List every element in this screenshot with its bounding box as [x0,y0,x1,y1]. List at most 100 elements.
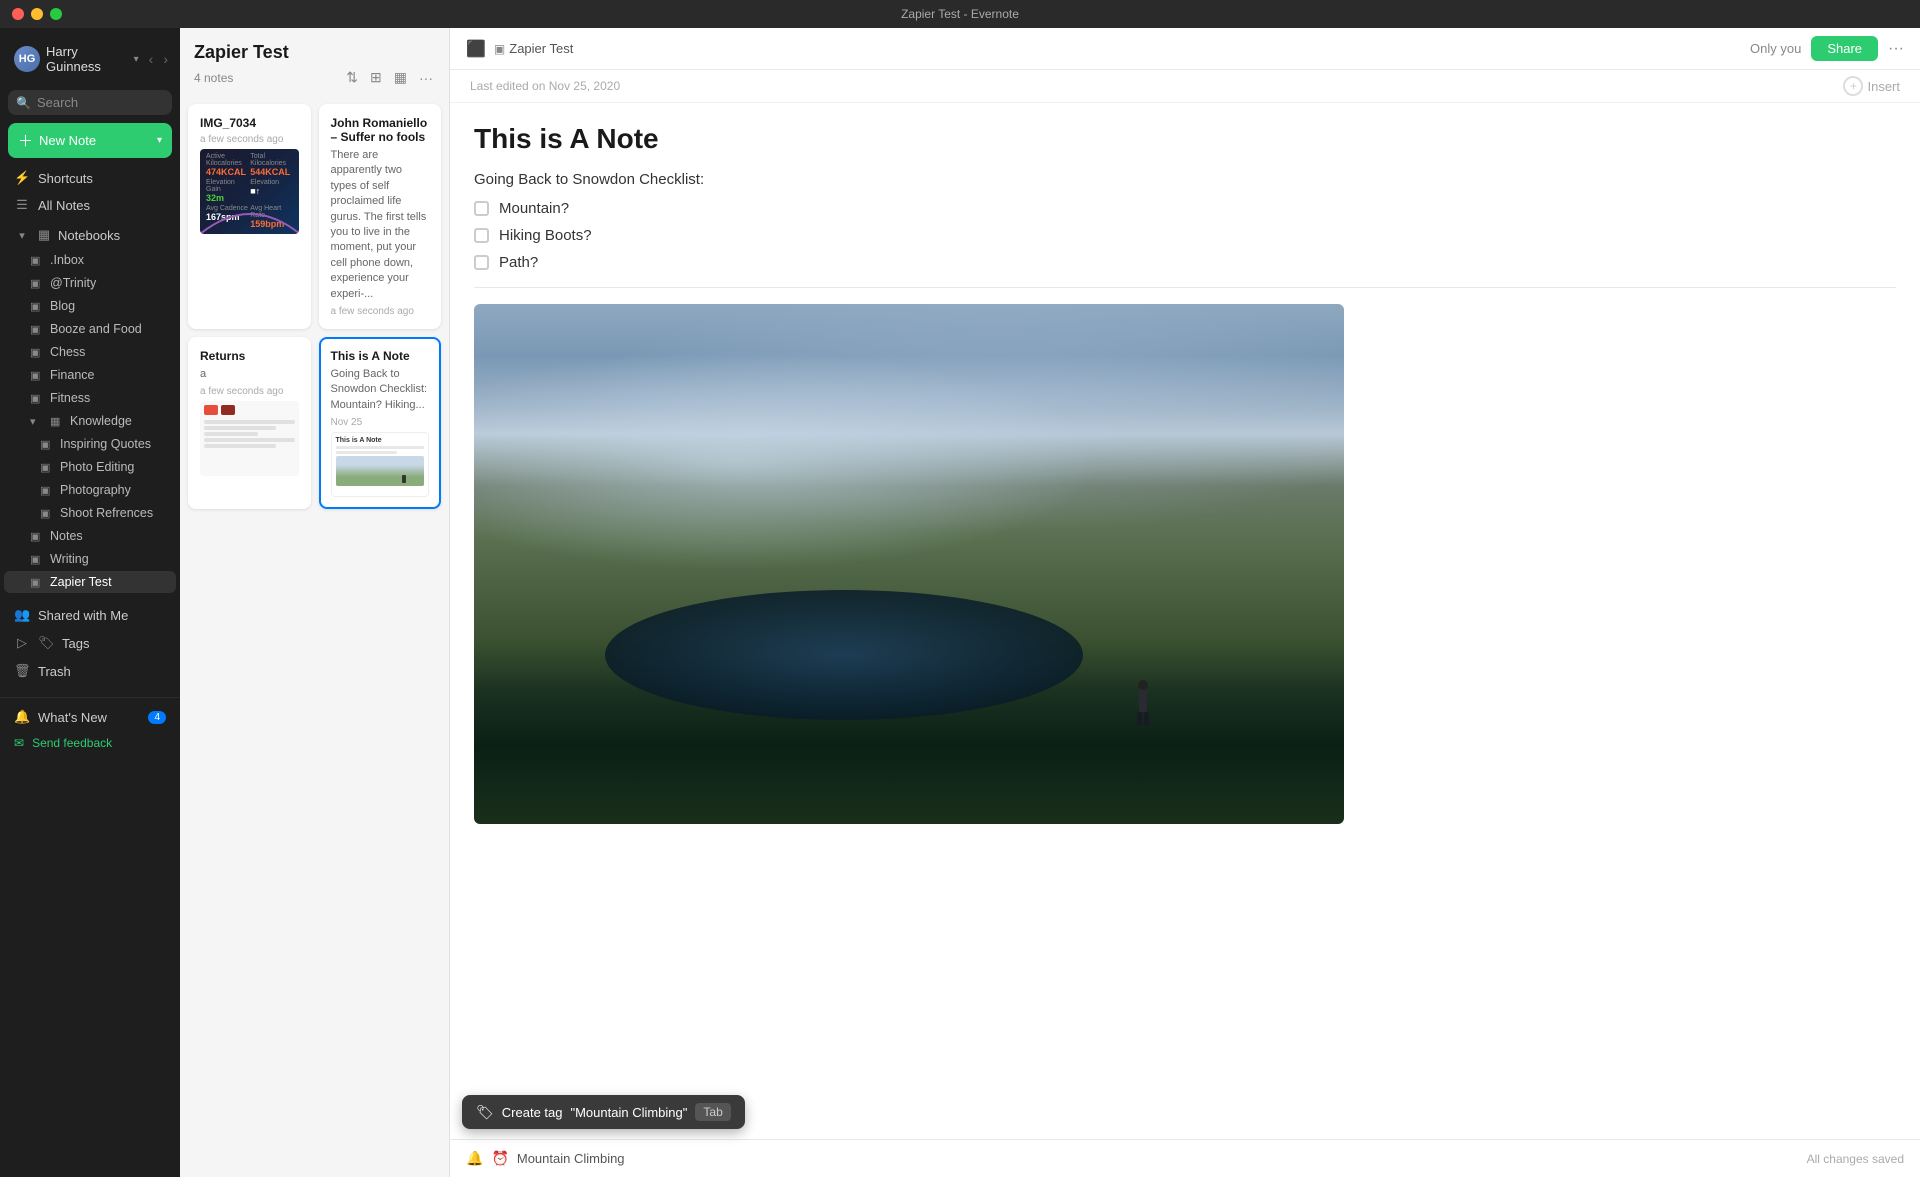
fitness-image: Active Kilocalories 474KCAL Total Kiloca… [200,149,299,234]
note-preview: Going Back to Snowdon Checklist: Mountai… [331,367,430,413]
sidebar-item-whats-new[interactable]: 🔔 What's New 4 [4,703,176,731]
more-icon[interactable]: ··· [417,68,435,88]
notebook-blog[interactable]: ▣ Blog [4,295,176,317]
more-options-icon[interactable]: ··· [1888,40,1904,58]
content-divider [474,287,1896,288]
search-bar[interactable]: 🔍 Search [8,90,172,115]
insert-circle-icon: + [1843,76,1863,96]
back-icon[interactable]: ⬛ [466,39,486,59]
feedback-icon: ✉ [14,736,24,750]
sidebar-item-feedback[interactable]: ✉ Send feedback [4,732,176,754]
note-date: Nov 25 [331,417,430,428]
user-name: Harry Guinness [46,44,128,74]
back-arrow[interactable]: ‹ [145,49,158,69]
new-note-button[interactable]: ＋ New Note ▾ [8,123,172,158]
trash-label: Trash [38,664,71,679]
notebook-chess[interactable]: ▣ Chess [4,341,176,363]
reminder-bell-icon[interactable]: 🔔 [466,1150,483,1167]
notebook-writing[interactable]: ▣ Writing [4,548,176,570]
bell-icon: 🔔 [14,709,30,725]
editor-bottom: 🏷 Create tag "Mountain Climbing" Tab 🔔 ⏰… [450,1139,1920,1177]
tag-icon: 🏷 [476,1104,494,1121]
notebook-zapier-test[interactable]: ▣ Zapier Test [4,571,176,593]
notebook-trinity[interactable]: ▣ @Trinity [4,272,176,294]
note-card-john[interactable]: John Romaniello – Suffer no fools There … [319,104,442,329]
filter-icon[interactable]: ⊞ [368,67,384,88]
note-card-this-is-a-note[interactable]: This is A Note Going Back to Snowdon Che… [319,337,442,509]
notes-icon: ☰ [14,197,30,213]
note-date: a few seconds ago [331,306,430,317]
notebook-shoot-references[interactable]: ▣ Shoot Refrences [4,502,176,524]
note-preview-image: This is A Note [331,432,430,497]
tag-name: "Mountain Climbing" [570,1105,687,1120]
notebook-fitness[interactable]: ▣ Fitness [4,387,176,409]
notebook-knowledge[interactable]: ▾ ▦ Knowledge [4,410,176,432]
tag-icon: ▷ [14,635,30,651]
notebook-icon: ▣ [30,300,44,313]
sidebar-item-all-notes[interactable]: ☰ All Notes [4,192,176,218]
chevron-down-icon: ▾ [134,54,139,65]
doc-line [204,432,258,436]
note-card-img7034[interactable]: IMG_7034 a few seconds ago Active Kiloca… [188,104,311,329]
sidebar-top: HG Harry Guinness ▾ ‹ › [0,32,180,86]
maximize-button[interactable] [50,8,62,20]
checklist-item-path[interactable]: Path? [474,254,1896,271]
notebook-selector[interactable]: ▣ Zapier Test [494,41,573,56]
whats-new-badge: 4 [148,711,166,724]
notes-grid: IMG_7034 a few seconds ago Active Kiloca… [180,96,449,1177]
mountain-overlay [474,304,1344,824]
sidebar-item-shared[interactable]: 👥 Shared with Me [4,602,176,628]
checkbox-mountain[interactable] [474,201,489,216]
checklist-item-boots[interactable]: Hiking Boots? [474,227,1896,244]
tag-input-text[interactable]: Mountain Climbing [517,1151,625,1166]
editor-toolbar: ⬛ ▣ Zapier Test Only you Share ··· [450,28,1920,70]
grid-icon[interactable]: ▦ [392,67,409,88]
sidebar-item-tags[interactable]: ▷ 🏷 Tags [4,630,176,656]
notebook-label: Shoot Refrences [60,506,153,520]
insert-button[interactable]: + Insert [1843,76,1900,96]
notebook-icon: ▣ [30,392,44,405]
trash-icon: 🗑 [14,663,30,679]
editor-panel: ⬛ ▣ Zapier Test Only you Share ··· Last … [450,28,1920,1177]
checkbox-boots[interactable] [474,228,489,243]
notebook-inspiring-quotes[interactable]: ▣ Inspiring Quotes [4,433,176,455]
sidebar-item-trash[interactable]: 🗑 Trash [4,658,176,684]
notebook-finance[interactable]: ▣ Finance [4,364,176,386]
checklist-item-label: Mountain? [499,200,569,217]
feedback-label: Send feedback [32,736,112,750]
notebooks-header[interactable]: ▾ ▦ Notebooks [4,222,176,248]
chevron-down-icon: ▾ [157,135,162,146]
lake [605,590,1084,720]
notebook-icon: ▣ [40,461,54,474]
notebook-photography[interactable]: ▣ Photography [4,479,176,501]
all-notes-label: All Notes [38,198,90,213]
editor-content[interactable]: This is A Note Going Back to Snowdon Che… [450,103,1920,1139]
notebook-icon: ▣ [30,553,44,566]
minimize-button[interactable] [31,8,43,20]
sidebar-item-shortcuts[interactable]: ⚡ Shortcuts [4,165,176,191]
user-info[interactable]: HG Harry Guinness ▾ [8,40,145,78]
notebook-icon: ▣ [40,507,54,520]
share-button[interactable]: Share [1811,36,1878,61]
search-label: Search [37,95,78,110]
notebook-icon: ▣ [30,576,44,589]
notebook-photo-editing[interactable]: ▣ Photo Editing [4,456,176,478]
note-date: a few seconds ago [200,386,299,397]
close-button[interactable] [12,8,24,20]
note-date: a few seconds ago [200,134,299,145]
doc-line [204,420,295,424]
notebook-inbox[interactable]: ▣ .Inbox [4,249,176,271]
expand-icon: ▾ [30,415,44,428]
notebook-booze[interactable]: ▣ Booze and Food [4,318,176,340]
note-card-returns[interactable]: Returns a a few seconds ago [188,337,311,509]
checklist-item-mountain[interactable]: Mountain? [474,200,1896,217]
reminder-icon[interactable]: ⏰ [491,1150,508,1167]
note-title: IMG_7034 [200,116,299,130]
checkbox-path[interactable] [474,255,489,270]
toolbar-right: Only you Share ··· [1750,36,1904,61]
forward-arrow[interactable]: › [159,49,172,69]
notebook-notes[interactable]: ▣ Notes [4,525,176,547]
sort-icon[interactable]: ⇅ [344,67,360,88]
tag-suggestion[interactable]: 🏷 Create tag "Mountain Climbing" Tab [462,1095,745,1129]
checklist-item-label: Path? [499,254,538,271]
